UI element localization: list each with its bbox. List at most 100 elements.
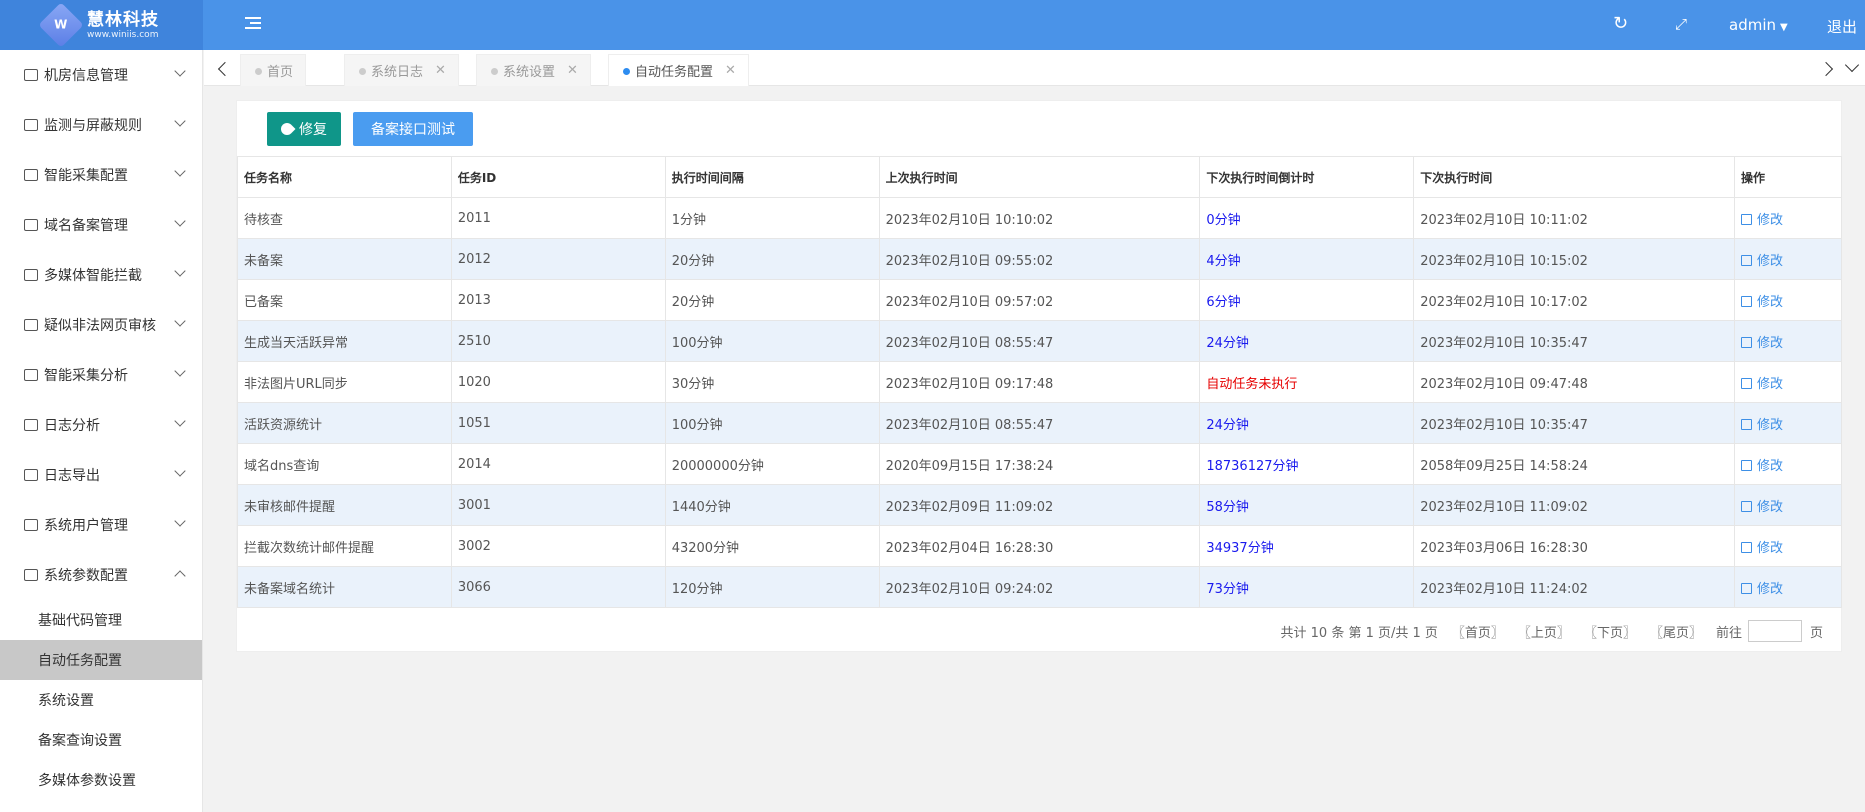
edit-label: 修改 [1757,294,1784,310]
sidebar-item-collect-config[interactable]: 智能采集配置 [0,150,202,200]
cell-task-name: 域名dns查询 [237,443,452,485]
tab-home[interactable]: 首页 [240,54,307,86]
tab-system-settings[interactable]: 系统设置 ✕ [476,54,591,86]
chevron-down-icon [174,215,186,227]
page-number-input[interactable] [1747,620,1802,642]
table-row: 活跃资源统计 1051 100分钟 2023年02月10日 08:55:47 24分钟 2… [237,402,1842,444]
chevron-down-icon [174,165,186,177]
sidebar-item-log-analysis[interactable]: 日志分析 [0,400,202,450]
tab-system-log[interactable]: 系统日志 ✕ [344,54,459,86]
cell-countdown: 4分钟 [1199,238,1415,280]
sidebar-item-media-block[interactable]: 多媒体智能拦截 [0,250,202,300]
sidebar-item-user-manage[interactable]: 系统用户管理 [0,500,202,550]
chevron-down-icon [174,515,186,527]
chevron-down-icon [174,465,186,477]
sidebar-item-page-review[interactable]: 疑似非法网页审核 [0,300,202,350]
sidebar-subitem-base-code[interactable]: 基础代码管理 [0,600,202,640]
logout-button[interactable]: 退出 [1827,16,1857,37]
user-menu[interactable]: admin ▼ [1729,16,1788,34]
table-row: 未备案域名统计 3066 120分钟 2023年02月10日 09:24:02 73分钟… [237,566,1842,608]
col-task-id: 任务ID [450,156,666,198]
cell-task-id: 1051 [450,402,666,444]
pager-page-unit: 页 [1809,625,1823,641]
sidebar-item-system-params[interactable]: 系统参数配置 [0,550,202,600]
chevron-down-icon[interactable] [1844,57,1860,73]
table-row: 域名dns查询 2014 20000000分钟 2020年09月15日 17:38:2… [237,443,1842,485]
edit-link[interactable]: 修改 [1734,566,1842,608]
cell-interval: 20000000分钟 [664,443,880,485]
cell-interval: 30分钟 [664,361,880,403]
table-row: 生成当天活跃异常 2510 100分钟 2023年02月10日 08:55:47 24分… [237,320,1842,362]
cell-interval: 20分钟 [664,279,880,321]
sidebar-item-collect-analysis[interactable]: 智能采集分析 [0,350,202,400]
col-next-run: 下次执行时间 [1413,156,1735,198]
pagination: 共计 10 条 第 1 页/共 1 页 〖首页〗 〖上页〗 〖下页〗 〖尾页〗 … [1267,620,1823,642]
edit-link[interactable]: 修改 [1734,443,1842,485]
sidebar: 机房信息管理 监测与屏蔽规则 智能采集配置 域名备案管理 多媒体智能拦截 疑似非… [0,50,203,812]
edit-link[interactable]: 修改 [1734,320,1842,362]
export-icon [24,469,38,481]
content-panel: 修复 备案接口测试 任务名称 任务ID 执行时间间隔 上次执行时间 下次执行时间… [236,100,1842,652]
pager-first[interactable]: 〖首页〗 [1452,622,1504,641]
edit-link[interactable]: 修改 [1734,238,1842,280]
cell-next-run: 2023年02月10日 09:47:48 [1413,361,1735,403]
cell-countdown: 34937分钟 [1199,525,1415,567]
fullscreen-icon[interactable]: ⤢ [1675,14,1687,34]
edit-label: 修改 [1757,253,1784,269]
edit-link[interactable]: 修改 [1734,361,1842,403]
edit-link[interactable]: 修改 [1734,525,1842,567]
edit-label: 修改 [1757,212,1784,228]
cell-task-id: 2011 [450,197,666,239]
cell-next-run: 2023年02月10日 10:15:02 [1413,238,1735,280]
pager-last[interactable]: 〖尾页〗 [1650,622,1702,641]
edit-link[interactable]: 修改 [1734,279,1842,321]
cell-last-run: 2023年02月04日 16:28:30 [878,525,1201,567]
edit-icon [1741,377,1752,389]
cell-task-name: 待核查 [237,197,452,239]
sidebar-subitem-media-params[interactable]: 多媒体参数设置 [0,760,202,800]
cell-next-run: 2023年02月10日 10:35:47 [1413,320,1735,362]
cell-countdown: 0分钟 [1199,197,1415,239]
sidebar-item-domain-record[interactable]: 域名备案管理 [0,200,202,250]
edit-label: 修改 [1757,499,1784,515]
cell-next-run: 2023年02月10日 10:35:47 [1413,402,1735,444]
edit-link[interactable]: 修改 [1734,484,1842,526]
task-table: 任务名称 任务ID 执行时间间隔 上次执行时间 下次执行时间倒计时 下次执行时间… [237,156,1842,608]
logo: W 慧林科技 www.winiis.com [0,0,203,50]
cell-last-run: 2023年02月10日 09:57:02 [878,279,1201,321]
sidebar-subitem-auto-task[interactable]: 自动任务配置 [0,640,202,680]
sliders-icon [24,569,38,581]
wrench-icon [278,120,296,138]
chevron-left-icon[interactable] [217,61,233,77]
record-api-test-button[interactable]: 备案接口测试 [353,112,473,146]
cell-task-id: 2510 [450,320,666,362]
col-task-name: 任务名称 [237,156,452,198]
edit-link[interactable]: 修改 [1734,197,1842,239]
cell-interval: 20分钟 [664,238,880,280]
sidebar-item-log-export[interactable]: 日志导出 [0,450,202,500]
pager-prev[interactable]: 〖上页〗 [1518,622,1570,641]
sidebar-subitem-system-settings[interactable]: 系统设置 [0,680,202,720]
cell-last-run: 2023年02月10日 08:55:47 [878,320,1201,362]
cell-next-run: 2023年02月10日 11:09:02 [1413,484,1735,526]
table-row: 已备案 2013 20分钟 2023年02月10日 09:57:02 6分钟 2023年0… [237,279,1842,321]
table-row: 非法图片URL同步 1020 30分钟 2023年02月10日 09:17:48 自动任… [237,361,1842,403]
chevron-right-icon[interactable] [1818,61,1834,77]
pager-next[interactable]: 〖下页〗 [1584,622,1636,641]
search-icon [24,319,38,331]
sidebar-item-room-info[interactable]: 机房信息管理 [0,50,202,100]
sidebar-item-monitor-rules[interactable]: 监测与屏蔽规则 [0,100,202,150]
cell-task-name: 非法图片URL同步 [237,361,452,403]
edit-icon [1741,295,1752,307]
menu-toggle-icon[interactable] [245,17,261,31]
user-icon [24,519,38,531]
table-row: 拦截次数统计邮件提醒 3002 43200分钟 2023年02月04日 16:28:3… [237,525,1842,567]
sidebar-subitem-record-query[interactable]: 备案查询设置 [0,720,202,760]
edit-link[interactable]: 修改 [1734,402,1842,444]
tab-auto-task[interactable]: 自动任务配置 ✕ [608,54,749,86]
refresh-icon[interactable]: ↻ [1613,14,1628,34]
cell-task-name: 生成当天活跃异常 [237,320,452,362]
edit-label: 修改 [1757,458,1784,474]
repair-button[interactable]: 修复 [267,112,341,146]
cell-countdown: 24分钟 [1199,320,1415,362]
